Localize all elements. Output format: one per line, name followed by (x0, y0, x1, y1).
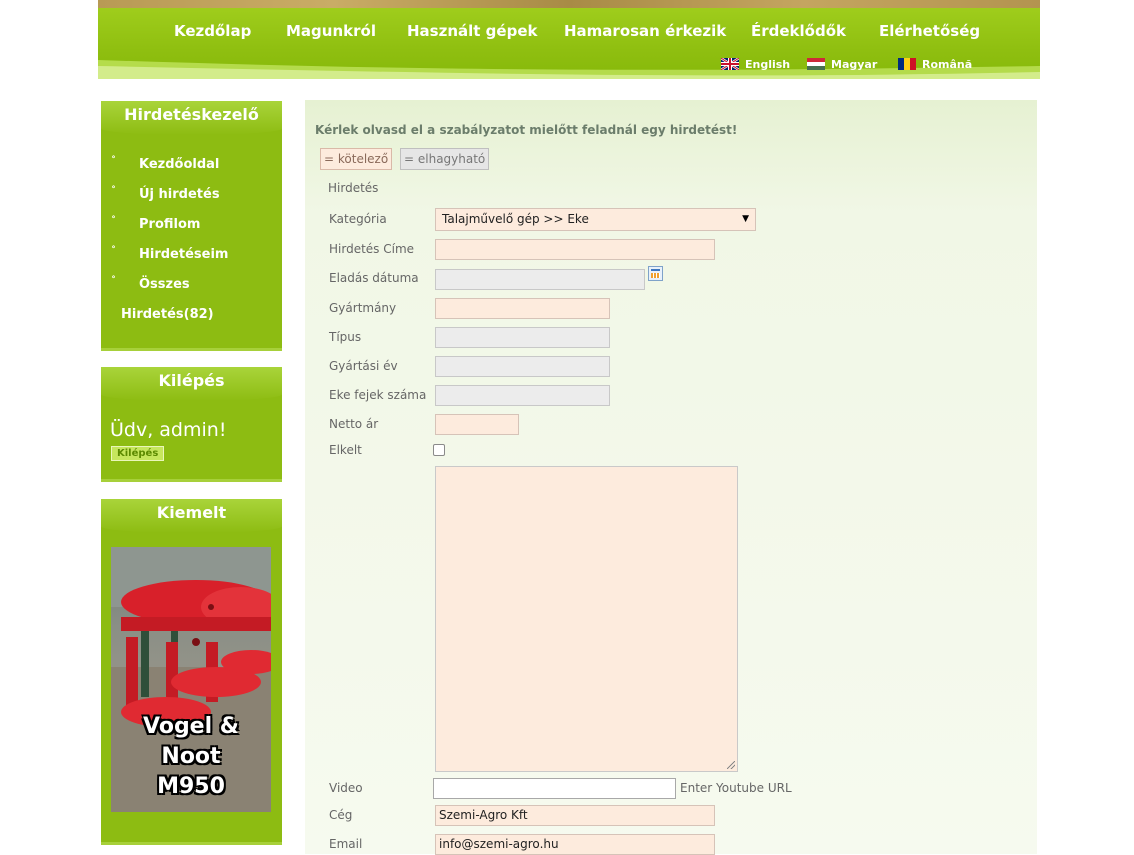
nav-inquiries[interactable]: Érdeklődők (751, 22, 846, 40)
logout-button[interactable]: Kilépés (111, 446, 165, 461)
heads-input[interactable] (435, 385, 610, 406)
ad-manager-title: Hirdetéskezelő (101, 101, 282, 135)
nav-used-machines[interactable]: Használt gépek (407, 22, 537, 40)
sidebar-item-label: Profilom (139, 217, 201, 232)
sidebar-item-my-ads[interactable]: ˚ Hirdetéseim (101, 240, 282, 270)
calendar-icon[interactable] (648, 266, 663, 281)
video-label: Video (329, 781, 363, 795)
category-select[interactable]: Talajművelő gép >> Eke ▼ (435, 208, 756, 231)
nav-contact[interactable]: Elérhetőség (879, 22, 980, 40)
sold-checkbox[interactable] (433, 444, 445, 456)
type-input[interactable] (435, 327, 610, 348)
sidebar-item-home[interactable]: ˚ Kezdőoldal (101, 150, 282, 180)
title-label: Hirdetés Címe (329, 242, 415, 256)
language-hungarian[interactable]: Magyar (807, 58, 877, 71)
price-input[interactable] (435, 414, 519, 435)
featured-caption-line2: M950 (157, 774, 225, 799)
featured-caption-line1: Vogel & Noot (143, 714, 239, 769)
company-input[interactable]: Szemi-Agro Kft (435, 805, 715, 826)
logout-box-title: Kilépés (101, 367, 282, 401)
sidebar-item-label: Összes (139, 277, 190, 292)
legend-optional: = elhagyható (400, 148, 490, 170)
sale-date-input[interactable] (435, 269, 645, 290)
header-photo-strip (98, 0, 1040, 8)
nav-about[interactable]: Magunkról (286, 22, 376, 40)
section-title: Hirdetés (328, 181, 379, 195)
uk-flag-icon (721, 58, 739, 70)
ad-manager-box: Hirdetéskezelő ˚ Kezdőoldal ˚ Új hirdetés … (101, 101, 282, 351)
company-label: Cég (329, 808, 353, 822)
email-input[interactable]: info@szemi-agro.hu (435, 834, 715, 855)
email-label: Email (329, 837, 363, 851)
language-romanian-label: Română (922, 58, 973, 71)
year-label: Gyártási év (329, 359, 398, 373)
featured-title: Kiemelt (101, 499, 282, 533)
price-label: Netto ár (329, 417, 379, 431)
category-label: Kategória (329, 212, 387, 226)
bullet-icon: ˚ (111, 156, 116, 167)
sidebar-item-new-ad[interactable]: ˚ Új hirdetés (101, 180, 282, 210)
bullet-icon: ˚ (111, 186, 116, 197)
sidebar-item-label: Új hirdetés (139, 187, 220, 202)
sidebar-item-all[interactable]: ˚ Összes (101, 270, 282, 300)
romania-flag-icon (898, 58, 916, 70)
bullet-icon: ˚ (111, 276, 116, 287)
chevron-down-icon: ▼ (742, 214, 749, 224)
ad-form-panel: Kérlek olvasd el a szabályzatot mielőtt … (305, 100, 1037, 855)
sidebar-item-label: Hirdetéseim (139, 247, 229, 262)
sale-date-label: Eladás dátuma (329, 271, 419, 285)
type-label: Típus (329, 330, 362, 344)
heads-label: Eke fejek száma (329, 388, 427, 402)
featured-caption: Vogel & Noot M950 (111, 712, 271, 802)
video-hint: Enter Youtube URL (680, 781, 792, 795)
description-textarea[interactable] (435, 466, 738, 772)
language-hungarian-label: Magyar (831, 58, 878, 71)
title-input[interactable] (435, 239, 715, 260)
logout-box: Kilépés Üdv, admin! Kilépés (101, 367, 282, 482)
featured-machine-image[interactable]: Vogel & Noot M950 (111, 547, 271, 812)
resize-handle-icon[interactable] (727, 761, 735, 769)
nav-home[interactable]: Kezdőlap (174, 22, 251, 40)
main-navigation: Kezdőlap Magunkról Használt gépek Hamaro… (98, 8, 1040, 79)
category-selected-value: Talajművelő gép >> Eke (442, 212, 589, 226)
legend-required: = kötelező (320, 148, 393, 170)
sold-label: Elkelt (329, 443, 362, 457)
featured-box: Kiemelt Vogel & Noot M950 (101, 499, 282, 845)
language-romanian[interactable]: Română (898, 58, 972, 71)
bullet-icon: ˚ (111, 216, 116, 227)
manufacturer-input[interactable] (435, 298, 610, 319)
welcome-message: Üdv, admin! (110, 419, 227, 441)
language-english[interactable]: English (721, 58, 790, 71)
bullet-icon: ˚ (111, 246, 116, 257)
rules-notice: Kérlek olvasd el a szabályzatot mielőtt … (315, 123, 738, 137)
nav-coming-soon[interactable]: Hamarosan érkezik (564, 22, 726, 40)
ad-count: Hirdetés(82) (121, 307, 214, 322)
video-url-input[interactable] (433, 778, 676, 799)
sidebar-item-profile[interactable]: ˚ Profilom (101, 210, 282, 240)
language-english-label: English (745, 58, 791, 71)
manufacturer-label: Gyártmány (329, 301, 397, 315)
year-input[interactable] (435, 356, 610, 377)
hungary-flag-icon (807, 58, 825, 70)
sidebar-item-label: Kezdőoldal (139, 157, 220, 172)
